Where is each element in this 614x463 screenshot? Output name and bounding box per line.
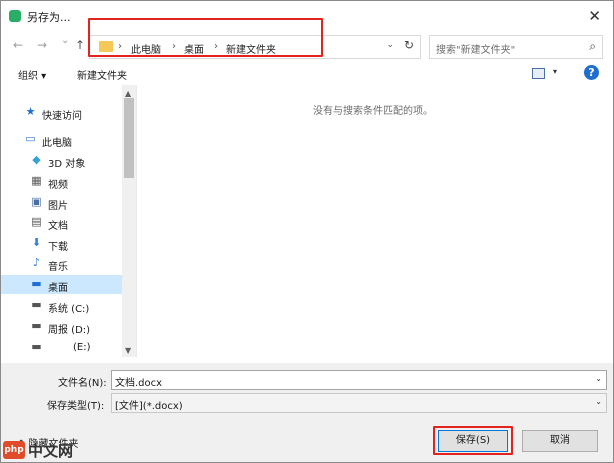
close-icon[interactable]: ✕ [588,7,601,25]
sidebar-item-5[interactable]: ▣ 图片 [1,193,122,212]
sidebar-item-label: 文档 [48,221,68,232]
forward-arrow-icon[interactable]: → [37,38,47,52]
sidebar-item-label: 此电脑 [42,138,72,149]
sidebar-icon: ▣ [31,195,42,208]
sidebar-item-6[interactable]: ▤ 文档 [1,213,122,232]
sidebar-item-7[interactable]: ⬇ 下载 [1,234,122,253]
sidebar-icon: ⬇ [31,236,42,249]
address-highlight-box [88,18,323,57]
sidebar-item-label: 图片 [48,201,68,212]
sidebar-item-9[interactable]: ▬ 桌面 [1,275,122,294]
window-title: 另存为... [27,11,71,24]
sidebar-item-label: 视频 [48,180,68,191]
filename-dropdown-icon[interactable]: ⌄ [595,374,602,383]
search-placeholder: 搜索"新建文件夹" [436,45,516,56]
filename-label: 文件名(N): [58,378,107,389]
sidebar-icon: ▭ [25,132,36,145]
sidebar-icon: ▤ [31,215,42,228]
sidebar-item-label: 下载 [48,242,68,253]
watermark-text: 中文网 [28,442,74,460]
address-dropdown-icon[interactable]: ⌄ [386,40,394,50]
nav-pane-scrollbar[interactable]: ▲ ▼ [122,85,136,357]
sidebar-item-12[interactable]: ▬ (E:) [1,338,122,357]
sidebar-icon: ▬ [31,319,42,332]
scroll-thumb[interactable] [124,98,134,178]
sidebar-item-label: 快速访问 [42,111,82,122]
watermark: php 中文网 [3,439,85,461]
sidebar-item-label: 3D 对象 [48,159,86,170]
save-highlight-box [433,426,513,455]
scroll-up-icon[interactable]: ▲ [125,89,131,98]
sidebar-item-10[interactable]: ▬ 系统 (C:) [1,296,122,315]
refresh-icon[interactable]: ↻ [404,38,414,52]
empty-results-message: 没有与搜索条件匹配的项。 [313,106,433,117]
recent-locations-icon[interactable]: ⌄ [61,35,69,46]
sidebar-icon: ★ [25,105,36,118]
sidebar-icon: ▬ [31,277,42,290]
save-as-dialog: 另存为... ✕ ← → ⌄ ↑ › 此电脑 › 桌面 › 新建文件夹 ⌄ ↻ … [0,0,614,463]
navigation-pane: ★ 快速访问 ▭ 此电脑 ◆ 3D 对象 ▦ 视频 ▣ 图片 ▤ 文档 ⬇ 下载 ♪ 音乐 ▬ 桌面 ▬ 系统 (C:… [1,85,137,357]
organize-menu[interactable]: 组织 ▾ [18,67,46,82]
sidebar-item-8[interactable]: ♪ 音乐 [1,254,122,273]
sidebar-icon: ▬ [31,340,42,353]
sidebar-icon: ▦ [31,174,42,187]
sidebar-icon: ▬ [31,298,42,311]
sidebar-item-label: 桌面 [48,283,68,294]
sidebar-item-4[interactable]: ▦ 视频 [1,172,122,191]
filetype-select[interactable]: [文件](*.docx) ⌄ [111,393,607,413]
search-icon[interactable]: ⌕ [589,39,596,54]
sidebar-item-3[interactable]: ◆ 3D 对象 [1,151,122,170]
sidebar-icon: ♪ [32,256,41,269]
new-folder-button[interactable]: 新建文件夹 [77,67,127,82]
sidebar-item-2[interactable]: ▭ 此电脑 [1,130,122,149]
sidebar-item-11[interactable]: ▬ 周报 (D:) [1,317,122,336]
filename-value: 文档.docx [115,378,163,389]
sidebar-item-label: 周报 (D:) [48,325,91,336]
watermark-logo: php [3,441,25,459]
scroll-down-icon[interactable]: ▼ [125,346,131,355]
view-caret-icon[interactable]: ▾ [553,67,557,76]
sidebar-item-label: 音乐 [48,262,68,273]
command-toolbar: 组织 ▾ 新建文件夹 ▾ ? [1,63,613,85]
filename-input[interactable]: 文档.docx ⌄ [111,370,607,390]
filetype-value: [文件](*.docx) [115,401,183,412]
app-icon [9,10,21,22]
filetype-label: 保存类型(T): [47,401,105,412]
sidebar-item-label: (E:) [73,342,91,353]
view-options-icon[interactable] [532,68,545,79]
cancel-button[interactable]: 取消 [522,430,598,452]
sidebar-item-label: 系统 (C:) [48,304,90,315]
help-icon[interactable]: ? [584,65,599,80]
up-arrow-icon[interactable]: ↑ [75,38,85,52]
sidebar-icon: ◆ [32,153,41,166]
filetype-dropdown-icon[interactable]: ⌄ [595,397,602,406]
back-arrow-icon[interactable]: ← [13,38,23,52]
search-box[interactable]: 搜索"新建文件夹" ⌕ [429,35,603,59]
sidebar-item-1[interactable]: ★ 快速访问 [1,103,122,122]
